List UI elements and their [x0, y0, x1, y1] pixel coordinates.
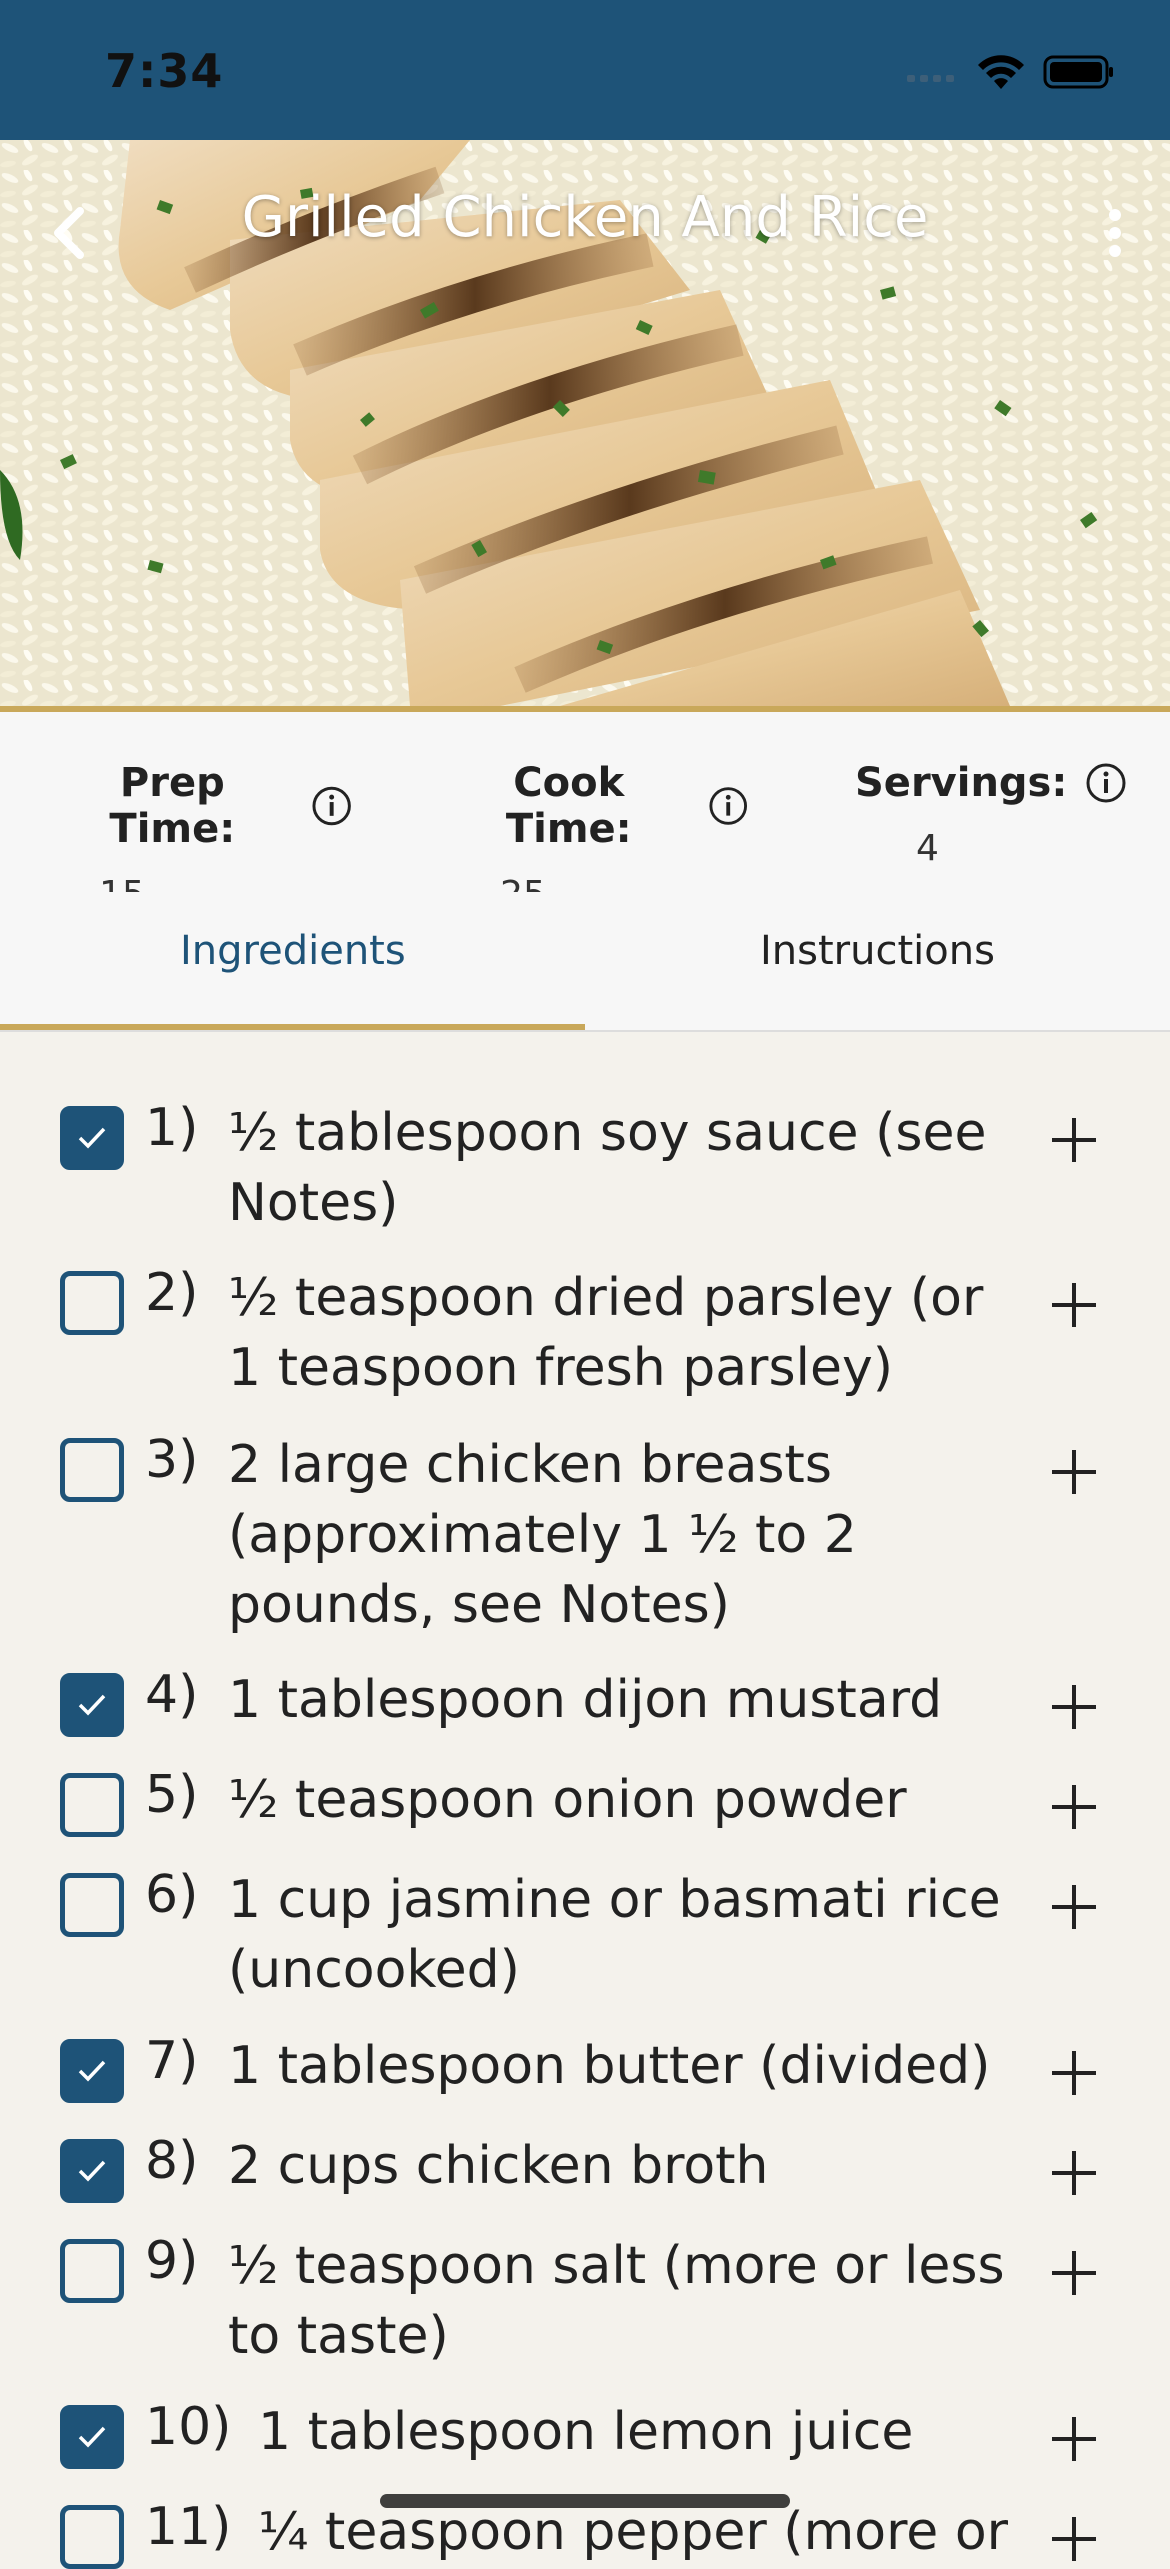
- ingredient-checkbox[interactable]: [60, 1773, 124, 1837]
- tab-instructions[interactable]: Instructions: [760, 928, 995, 974]
- ingredient-checkbox[interactable]: [60, 1271, 124, 1335]
- ingredient-number: 4): [145, 1665, 199, 1725]
- ingredient-number: 3): [145, 1430, 199, 1490]
- tab-ingredients[interactable]: Ingredients: [180, 928, 406, 974]
- ingredient-number: 8): [145, 2131, 199, 2191]
- add-plus-icon[interactable]: [1048, 2413, 1100, 2465]
- status-icons: [907, 52, 1115, 92]
- more-options-button[interactable]: [1085, 193, 1145, 273]
- add-plus-icon[interactable]: [1048, 2513, 1100, 2565]
- servings-label: Servings:: [855, 760, 1068, 806]
- ingredient-number: 5): [145, 1765, 199, 1825]
- ingredient-text: 1 tablespoon lemon juice: [258, 2402, 914, 2462]
- ingredient-number: 2): [145, 1263, 199, 1323]
- ingredient-checkbox[interactable]: [60, 2039, 124, 2103]
- recipe-tabs: Ingredients Instructions: [0, 892, 1170, 1032]
- ingredient-number: 10): [145, 2397, 232, 2457]
- ingredient-text: ½ teaspoon salt (more or less to taste): [228, 2236, 1005, 2366]
- servings-stat: Servings: 4: [855, 760, 1127, 869]
- ingredient-number: 6): [145, 1865, 199, 1925]
- servings-label-row: Servings:: [855, 760, 1127, 806]
- ingredient-text: ½ teaspoon onion powder: [228, 1770, 907, 1830]
- add-plus-icon[interactable]: [1048, 1881, 1100, 1933]
- ingredient-text: 1 cup jasmine or basmati rice (uncooked): [228, 1870, 1001, 2000]
- recipe-hero-image: Grilled Chicken And Rice: [0, 140, 1170, 712]
- ingredient-number: 1): [145, 1098, 199, 1158]
- cellular-signal-icon: [907, 75, 954, 82]
- status-bar: 7:34: [0, 0, 1170, 140]
- ingredient-checkbox[interactable]: [60, 2505, 124, 2569]
- add-plus-icon[interactable]: [1048, 1681, 1100, 1733]
- home-indicator[interactable]: [380, 2494, 790, 2508]
- ingredient-checkbox[interactable]: [60, 1673, 124, 1737]
- active-tab-indicator: [0, 1024, 585, 1030]
- info-icon[interactable]: [311, 785, 352, 827]
- ingredient-checkbox[interactable]: [60, 1438, 124, 1502]
- ingredient-text: ½ tablespoon soy sauce (see Notes): [228, 1103, 987, 1233]
- ingredient-text: 1 tablespoon butter (divided): [228, 2036, 991, 2096]
- add-plus-icon[interactable]: [1048, 1279, 1100, 1331]
- add-plus-icon[interactable]: [1048, 1446, 1100, 1498]
- prep-time-label-row: Prep Time:: [52, 760, 352, 852]
- ingredient-number: 9): [145, 2231, 199, 2291]
- prep-time-label: Prep Time:: [109, 760, 236, 852]
- wifi-icon: [978, 55, 1024, 89]
- cook-time-label-row: Cook Time:: [448, 760, 748, 852]
- checkmark-icon: [78, 1694, 106, 1716]
- status-time: 7:34: [105, 44, 224, 98]
- add-plus-icon[interactable]: [1048, 1781, 1100, 1833]
- battery-icon: [1043, 55, 1113, 89]
- ingredient-text: 1 tablespoon dijon mustard: [228, 1670, 943, 1730]
- ingredient-text: ½ teaspoon dried parsley (or 1 teaspoon …: [228, 1268, 984, 1398]
- servings-value: 4: [916, 828, 939, 869]
- cook-time-label: Cook Time:: [505, 760, 632, 852]
- ingredient-checkbox[interactable]: [60, 2139, 124, 2203]
- checkmark-icon: [78, 2426, 106, 2448]
- checkmark-icon: [78, 2160, 106, 2182]
- add-plus-icon[interactable]: [1048, 1114, 1100, 1166]
- ingredient-checkbox[interactable]: [60, 2239, 124, 2303]
- more-vertical-icon: [1109, 209, 1121, 257]
- ingredient-checkbox[interactable]: [60, 1873, 124, 1937]
- info-icon[interactable]: [1085, 762, 1127, 804]
- add-plus-icon[interactable]: [1048, 2047, 1100, 2099]
- ingredient-text: 2 large chicken breasts (approximately 1…: [228, 1435, 857, 1635]
- checkmark-icon: [78, 1127, 106, 1149]
- ingredient-number: 7): [145, 2031, 199, 2091]
- checkmark-icon: [78, 2060, 106, 2082]
- ingredient-number: 11): [145, 2497, 232, 2557]
- add-plus-icon[interactable]: [1048, 2147, 1100, 2199]
- ingredient-checkbox[interactable]: [60, 1106, 124, 1170]
- ingredient-text: 2 cups chicken broth: [228, 2136, 769, 2196]
- info-icon[interactable]: [708, 785, 748, 827]
- recipe-stats: Prep Time: 15 Cook Time: 25 Servings:: [0, 712, 1170, 915]
- recipe-title: Grilled Chicken And Rice: [241, 185, 929, 250]
- ingredient-checkbox[interactable]: [60, 2405, 124, 2469]
- add-plus-icon[interactable]: [1048, 2247, 1100, 2299]
